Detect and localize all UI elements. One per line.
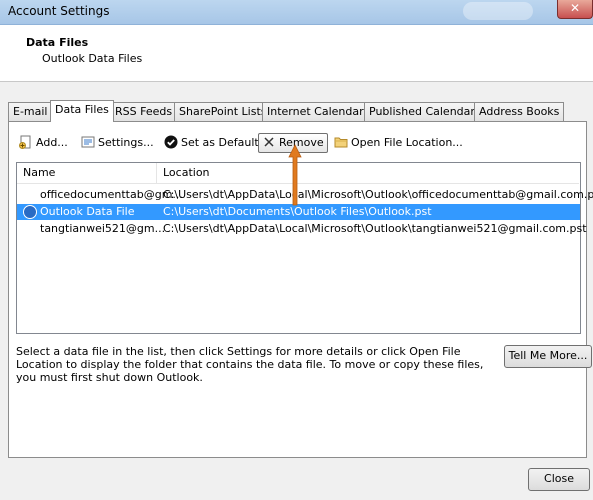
tab-rss-feeds[interactable]: RSS Feeds — [110, 102, 178, 121]
settings-label: Settings... — [98, 136, 154, 149]
add-file-icon — [19, 135, 31, 149]
row-location: C:\Users\dt\AppData\Local\Microsoft\Outl… — [163, 222, 587, 235]
page-header: Data Files Outlook Data Files — [0, 25, 593, 82]
title-bar-glass — [463, 2, 533, 20]
tab-sharepoint-lists[interactable]: SharePoint Lists — [174, 102, 272, 121]
tab-data-files[interactable]: Data Files — [50, 100, 114, 122]
tab-internet-calendars[interactable]: Internet Calendars — [262, 102, 375, 121]
open-file-location-label: Open File Location... — [351, 136, 463, 149]
open-file-location-button[interactable]: Open File Location... — [331, 133, 466, 153]
default-check-icon — [23, 205, 37, 219]
set-as-default-button[interactable]: Set as Default — [161, 133, 262, 153]
tab-published-calendars[interactable]: Published Calendars — [364, 102, 486, 121]
add-label: Add... — [36, 136, 68, 149]
column-header-name[interactable]: Name — [17, 163, 157, 184]
help-text: Select a data file in the list, then cli… — [16, 345, 484, 384]
row-location: C:\Users\dt\AppData\Local\Microsoft\Outl… — [163, 188, 593, 201]
table-row[interactable]: tangtianwei521@gm... C:\Users\dt\AppData… — [17, 221, 587, 237]
checkmark-icon — [164, 135, 178, 149]
close-button[interactable]: Close — [528, 468, 590, 491]
title-bar: Account Settings ✕ — [0, 0, 593, 25]
folder-icon — [334, 137, 348, 148]
row-name: tangtianwei521@gm... — [40, 222, 166, 235]
tab-e-mail[interactable]: E-mail — [8, 102, 53, 121]
settings-icon — [81, 136, 95, 148]
annotation-arrow-icon — [288, 144, 302, 206]
set-as-default-label: Set as Default — [181, 136, 259, 149]
row-name: Outlook Data File — [40, 205, 135, 218]
tab-address-books[interactable]: Address Books — [474, 102, 565, 121]
page-subtitle: Outlook Data Files — [42, 52, 143, 65]
page-title: Data Files — [26, 36, 89, 49]
tell-me-more-button[interactable]: Tell Me More... — [504, 345, 592, 368]
window-title: Account Settings — [8, 4, 110, 18]
column-header-location[interactable]: Location — [157, 163, 579, 184]
remove-x-icon — [264, 137, 274, 147]
window-close-button[interactable]: ✕ — [557, 0, 593, 19]
add-button[interactable]: Add... — [16, 133, 71, 153]
row-name: officedocumenttab@gm... — [40, 188, 183, 201]
settings-button[interactable]: Settings... — [78, 133, 157, 153]
